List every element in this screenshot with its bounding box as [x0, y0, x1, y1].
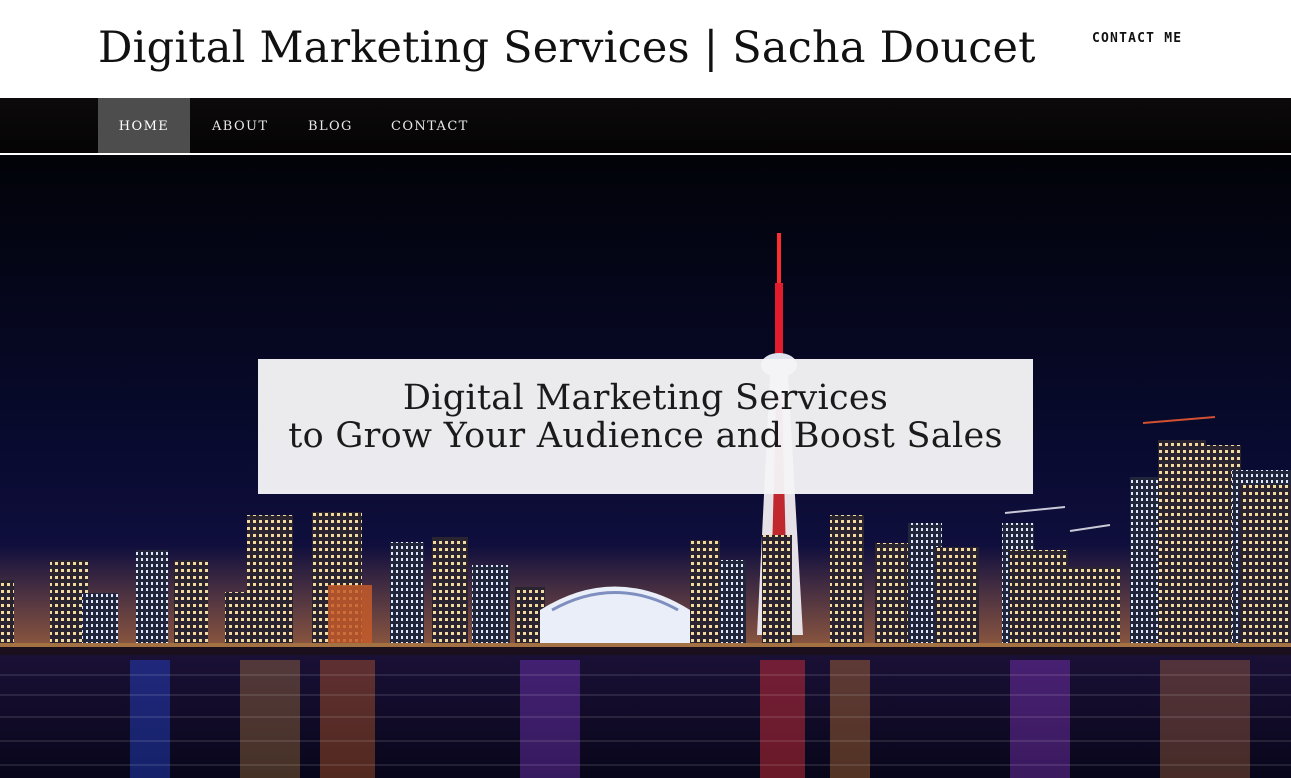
hero-headline-line-2: to Grow Your Audience and Boost Sales [288, 416, 1003, 456]
nav-item-about[interactable]: ABOUT [212, 98, 268, 154]
contact-me-link[interactable]: CONTACT ME [1092, 31, 1182, 46]
hero-headline-line-1: Digital Marketing Services [402, 378, 889, 418]
hero-headline-box: Digital Marketing Services to Grow Your … [258, 359, 1033, 494]
nav-item-contact[interactable]: CONTACT [391, 98, 469, 154]
nav-item-blog[interactable]: BLOG [308, 98, 353, 154]
site-header: Digital Marketing Services | Sacha Douce… [0, 0, 1291, 98]
nav-item-home[interactable]: HOME [98, 98, 190, 154]
hero-section: Digital Marketing Services to Grow Your … [0, 155, 1291, 778]
main-nav: HOME ABOUT BLOG CONTACT [0, 98, 1291, 154]
site-title[interactable]: Digital Marketing Services | Sacha Douce… [98, 22, 1036, 74]
